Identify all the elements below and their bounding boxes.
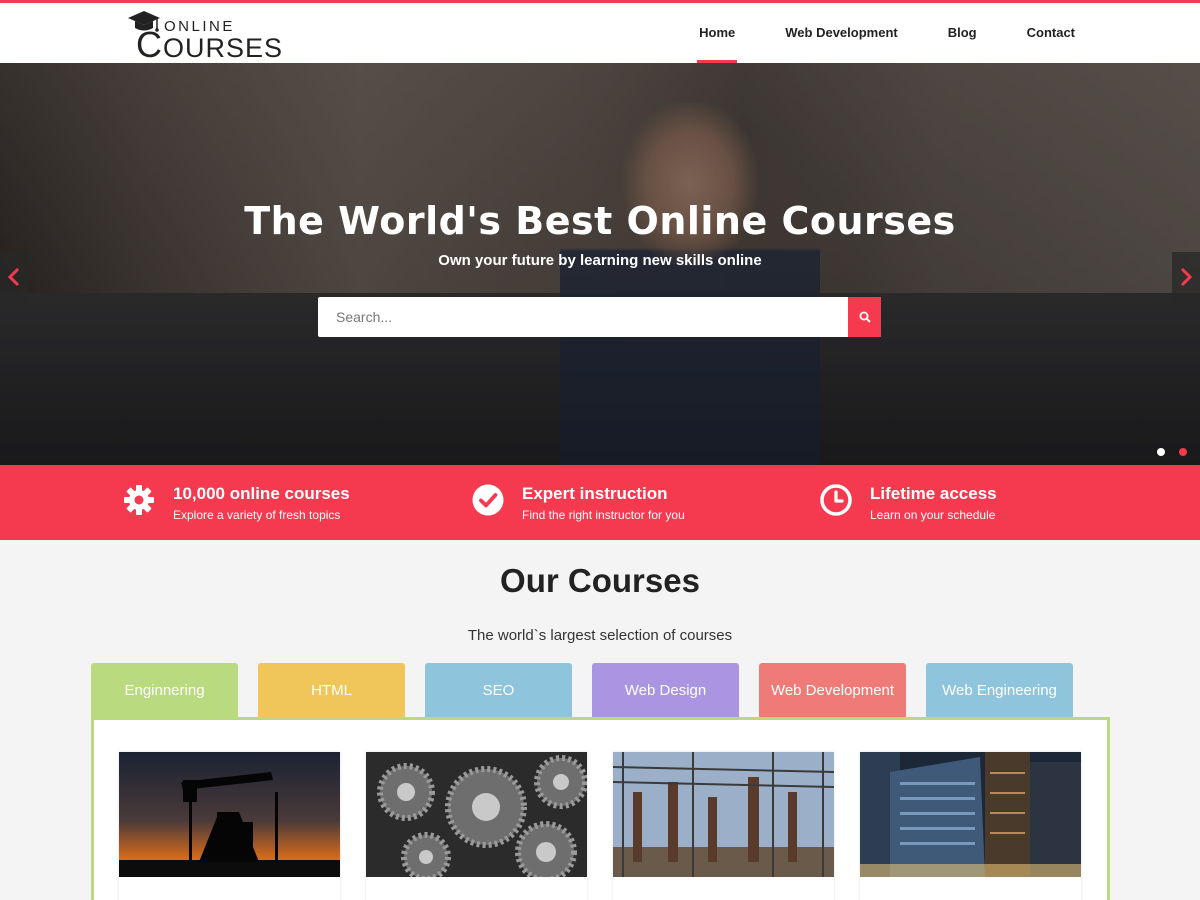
course-card[interactable]: [119, 752, 340, 900]
hero-slider: The World's Best Online Courses Own your…: [0, 63, 1200, 465]
nav-item-contact[interactable]: Contact: [1002, 3, 1100, 63]
tab-enginnering[interactable]: Enginnering: [91, 663, 238, 720]
chevron-left-icon: [7, 267, 20, 287]
slider-dot-2[interactable]: [1179, 448, 1187, 456]
logo-text-rest: OURSES: [163, 33, 284, 63]
slider-dots: [1157, 448, 1187, 456]
slider-prev-button[interactable]: [0, 252, 28, 302]
courses-subtitle: The world`s largest selection of courses: [467, 627, 733, 644]
search-bar: [318, 297, 881, 337]
search-input[interactable]: [318, 297, 848, 337]
logo-text-courses: COURSES: [136, 27, 284, 63]
oil-pump-sunset-image: [119, 752, 340, 877]
check-circle-icon: [472, 484, 504, 516]
tab-web-development[interactable]: Web Development: [759, 663, 906, 718]
hero-subtitle: Own your future by learning new skills o…: [438, 252, 762, 269]
tab-seo[interactable]: SEO: [425, 663, 572, 718]
office-buildings-night-image: [860, 752, 1081, 877]
courses-title: Our Courses: [500, 562, 700, 599]
course-card[interactable]: [366, 752, 587, 900]
tab-html[interactable]: HTML: [258, 663, 405, 718]
nav-item-home[interactable]: Home: [674, 3, 760, 63]
site-logo[interactable]: ONLINE COURSES: [124, 9, 282, 63]
gear-icon: [124, 485, 154, 515]
slider-dot-1[interactable]: [1157, 448, 1165, 456]
clock-icon: [820, 484, 852, 516]
power-substation-image: [613, 752, 834, 877]
courses-panel: [91, 717, 1110, 900]
search-icon: [859, 311, 871, 323]
feature-desc: Explore a variety of fresh topics: [173, 508, 341, 522]
nav-item-blog[interactable]: Blog: [923, 3, 1002, 63]
slider-next-button[interactable]: [1172, 252, 1200, 302]
feature-title: 10,000 online courses: [173, 484, 350, 503]
gears-machinery-image: [366, 752, 587, 877]
feature-title: Expert instruction: [522, 484, 668, 503]
nav-item-web-development[interactable]: Web Development: [760, 3, 922, 63]
course-card[interactable]: [860, 752, 1081, 900]
feature-desc: Find the right instructor for you: [522, 508, 685, 522]
course-card[interactable]: [613, 752, 834, 900]
site-header: ONLINE COURSES Home Web Development Blog…: [0, 3, 1200, 63]
feature-title: Lifetime access: [870, 484, 997, 503]
feature-desc: Learn on your schedule: [870, 508, 996, 522]
logo-initial: C: [136, 24, 163, 65]
chevron-right-icon: [1180, 267, 1193, 287]
search-button[interactable]: [848, 297, 881, 337]
tab-web-design[interactable]: Web Design: [592, 663, 739, 718]
hero-title: The World's Best Online Courses: [244, 199, 956, 243]
features-bar: 10,000 online courses Explore a variety …: [0, 465, 1200, 540]
tab-web-engineering[interactable]: Web Engineering: [926, 663, 1073, 718]
main-nav: Home Web Development Blog Contact: [674, 3, 1100, 63]
